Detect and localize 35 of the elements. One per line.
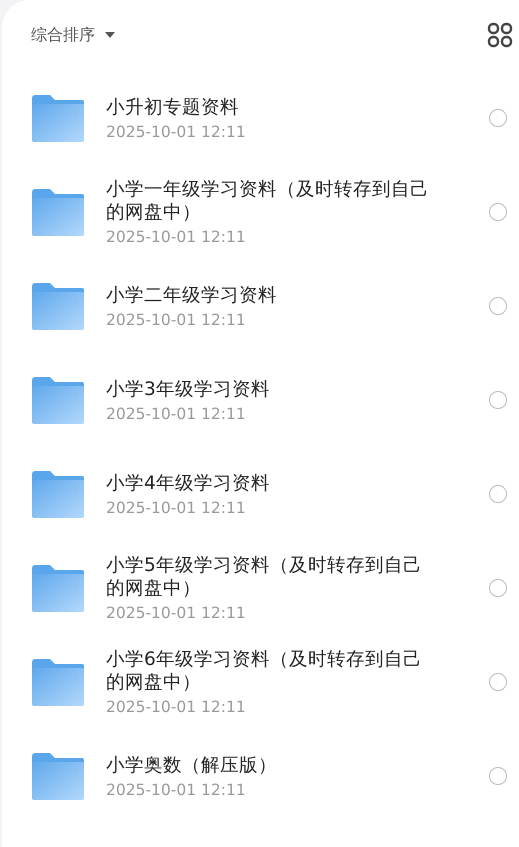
folder-name[interactable]: 小学奥数（解压版） <box>106 754 438 776</box>
folder-icon <box>31 564 85 612</box>
modified-date: 2025-10-01 12:11 <box>106 498 247 516</box>
folder-name[interactable]: 小升初专题资料 <box>106 96 438 118</box>
modified-date: 2025-10-01 12:11 <box>106 122 247 140</box>
grid-view-icon[interactable] <box>487 22 513 48</box>
folder-name[interactable]: 小学二年级学习资料 <box>106 284 438 306</box>
folder-name[interactable]: 小学一年级学习资料（及时转存到自己的网盘中） <box>106 178 438 224</box>
select-radio[interactable] <box>489 673 507 691</box>
folder-icon <box>31 752 85 800</box>
folder-icon <box>31 470 85 518</box>
folder-icon <box>31 94 85 142</box>
folder-name[interactable]: 小学4年级学习资料 <box>106 472 438 494</box>
folder-icon <box>31 376 85 424</box>
folder-icon <box>31 282 85 330</box>
modified-date: 2025-10-01 12:11 <box>106 604 247 622</box>
sort-dropdown[interactable]: 综合排序 <box>31 24 115 46</box>
folder-name[interactable]: 小学6年级学习资料（及时转存到自己的网盘中） <box>106 648 438 694</box>
folder-icon <box>31 658 85 706</box>
modified-date: 2025-10-01 12:11 <box>106 404 247 422</box>
folder-name[interactable]: 小学3年级学习资料 <box>106 378 438 400</box>
select-radio[interactable] <box>489 109 507 127</box>
select-radio[interactable] <box>489 579 507 597</box>
modified-date: 2025-10-01 12:11 <box>106 228 247 246</box>
caret-icon <box>105 32 115 38</box>
select-radio[interactable] <box>489 391 507 409</box>
modified-date: 2025-10-01 12:11 <box>106 310 247 328</box>
folder-name[interactable]: 小学5年级学习资料（及时转存到自己的网盘中） <box>106 554 438 600</box>
select-radio[interactable] <box>489 203 507 221</box>
select-radio[interactable] <box>489 297 507 315</box>
modified-date: 2025-10-01 12:11 <box>106 698 247 716</box>
select-radio[interactable] <box>489 485 507 503</box>
folder-icon <box>31 188 85 236</box>
select-radio[interactable] <box>489 767 507 785</box>
modified-date: 2025-10-01 12:11 <box>106 780 247 798</box>
